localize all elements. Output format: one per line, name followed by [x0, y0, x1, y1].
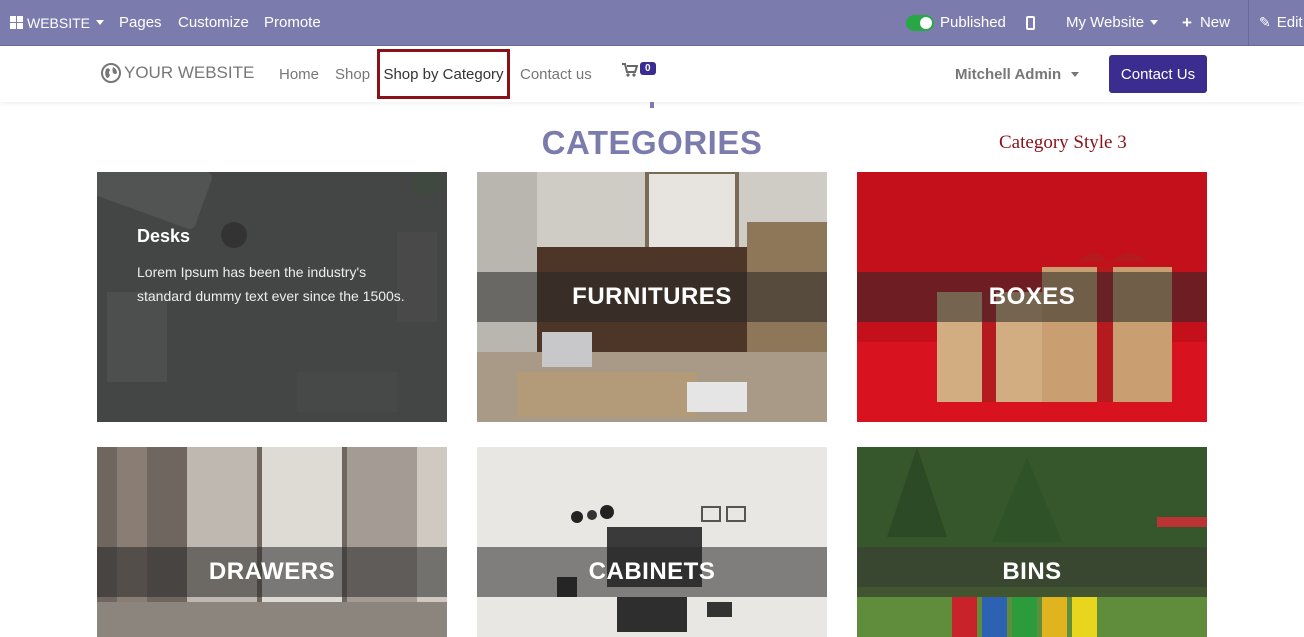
recycle-bins-image: [857, 447, 1207, 637]
chevron-down-icon: [1150, 20, 1159, 25]
website-menu[interactable]: WEBSITE: [10, 0, 105, 46]
user-name: Mitchell Admin: [955, 66, 1062, 83]
customize-menu[interactable]: Customize: [178, 0, 249, 46]
chevron-down-icon: [1071, 72, 1080, 77]
category-card-desks[interactable]: Desks Lorem Ipsum has been the industry'…: [97, 172, 447, 422]
site-header: YOUR WEBSITE Home Shop Shop by Category …: [0, 46, 1304, 102]
card-title: Desks: [137, 226, 191, 246]
new-button[interactable]: + New: [1182, 0, 1230, 46]
promote-menu[interactable]: Promote: [264, 0, 321, 46]
plus-icon: +: [1182, 13, 1192, 32]
edit-label: Edit: [1276, 14, 1303, 31]
mobile-phone-icon: [1026, 15, 1035, 30]
apps-grid-icon: [10, 16, 23, 29]
divider: [650, 102, 654, 108]
category-card-furnitures[interactable]: FURNITURES: [477, 172, 827, 422]
nav-home[interactable]: Home: [279, 66, 319, 83]
pencil-icon: ✎: [1259, 14, 1271, 30]
pages-menu[interactable]: Pages: [119, 0, 162, 46]
shopping-cart-icon: [622, 63, 639, 77]
site-logo[interactable]: YOUR WEBSITE: [101, 63, 254, 83]
card-title: BINS: [857, 547, 1207, 597]
toggle-switch-icon: [906, 14, 934, 31]
edit-button[interactable]: ✎ Edit: [1248, 0, 1303, 46]
style-label: Category Style 3: [999, 132, 1127, 153]
new-label: New: [1199, 14, 1230, 31]
cart-button[interactable]: 0: [622, 62, 656, 83]
published-label: Published: [940, 14, 1006, 31]
category-card-cabinets[interactable]: CABINETS: [477, 447, 827, 637]
mobile-preview-button[interactable]: [1026, 0, 1035, 46]
my-website-menu[interactable]: My Website: [1066, 0, 1159, 46]
chevron-down-icon: [96, 20, 105, 25]
user-menu[interactable]: Mitchell Admin: [955, 66, 1080, 83]
my-website-label: My Website: [1066, 14, 1145, 31]
card-title: DRAWERS: [97, 547, 447, 597]
cart-count-badge: 0: [640, 62, 656, 75]
category-card-bins[interactable]: BINS: [857, 447, 1207, 637]
nav-shop[interactable]: Shop: [335, 66, 370, 83]
card-title: BOXES: [857, 272, 1207, 322]
card-description: Lorem Ipsum has been the industry's stan…: [137, 264, 405, 304]
contact-us-button[interactable]: Contact Us: [1109, 55, 1207, 93]
category-card-drawers[interactable]: DRAWERS: [97, 447, 447, 637]
globe-icon: [101, 63, 121, 83]
camera-parts-image: [477, 447, 827, 637]
logo-text: YOUR WEBSITE: [124, 63, 255, 82]
published-toggle[interactable]: Published: [906, 0, 1006, 46]
nav-shop-by-category[interactable]: Shop by Category: [377, 49, 510, 99]
wardrobe-image: [97, 447, 447, 637]
card-title: FURNITURES: [477, 272, 827, 322]
admin-bar: WEBSITE Pages Customize Promote Publishe…: [0, 0, 1304, 46]
category-card-boxes[interactable]: BOXES: [857, 172, 1207, 422]
website-menu-label: WEBSITE: [27, 14, 91, 31]
card-title: CABINETS: [477, 547, 827, 597]
nav-contact-us[interactable]: Contact us: [520, 66, 592, 83]
